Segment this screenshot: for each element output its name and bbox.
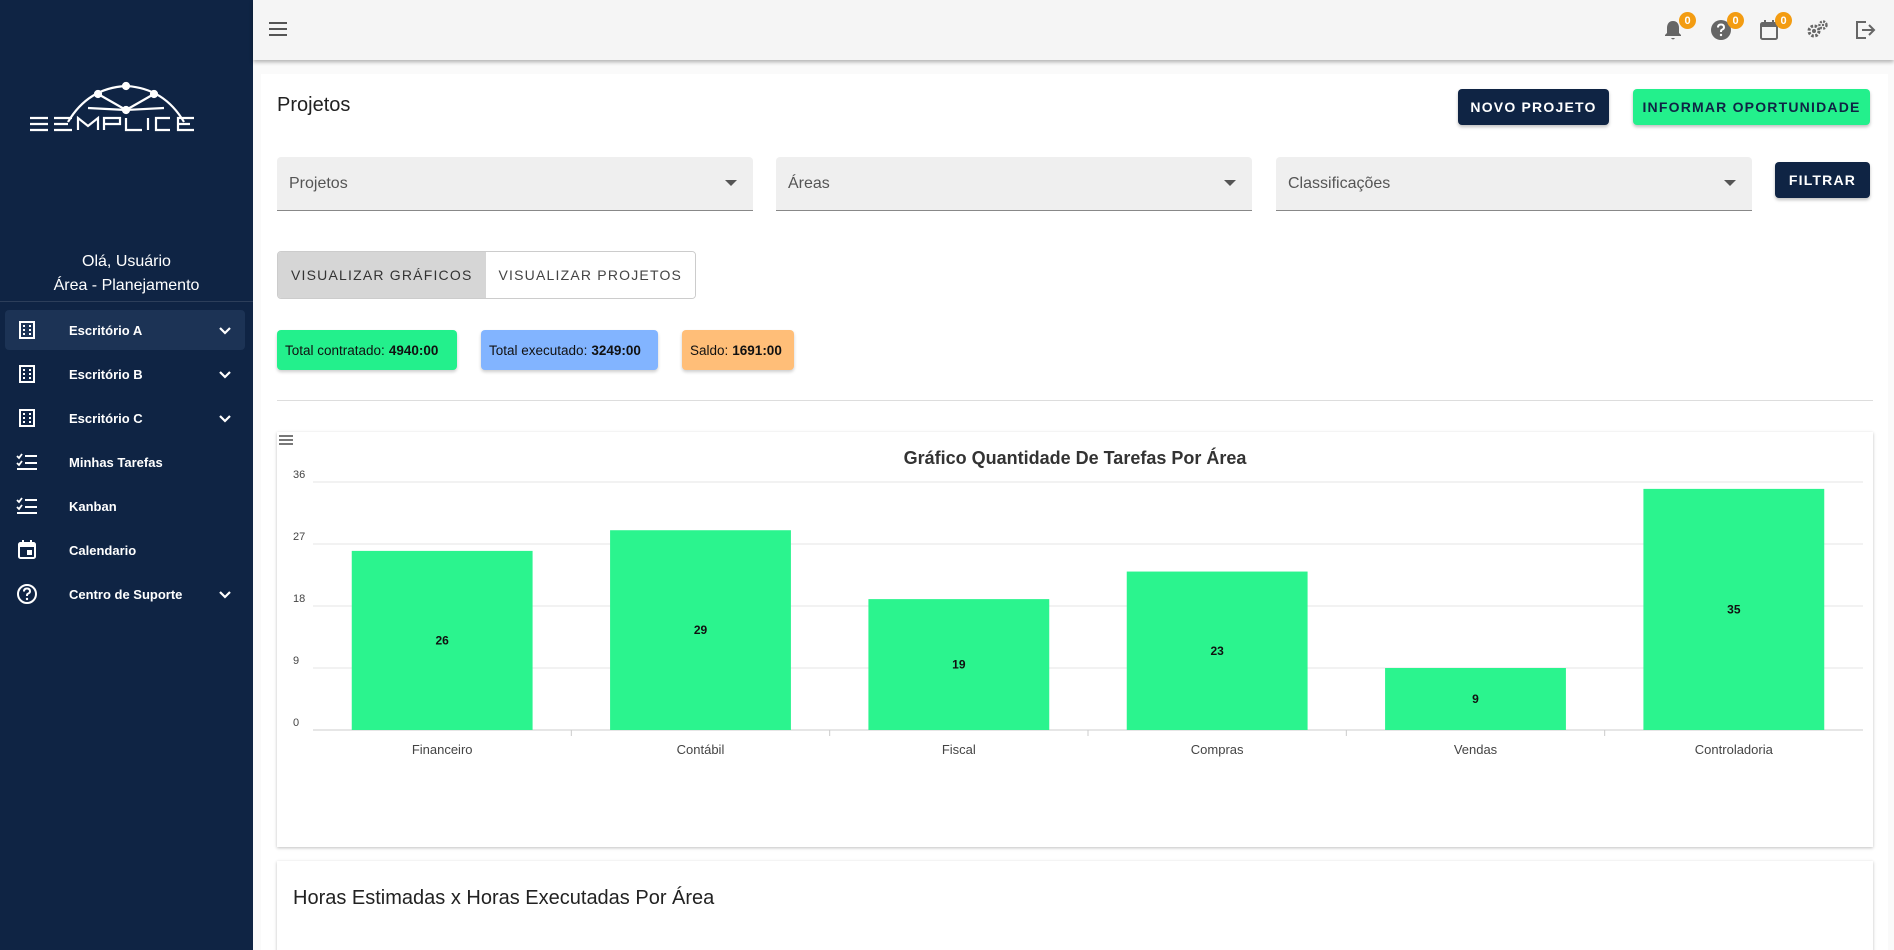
calendar-alerts-button[interactable]: 0 xyxy=(1756,12,1792,43)
balance-chip: Saldo: 1691:00 xyxy=(682,330,794,370)
total-contracted-label: Total contratado: xyxy=(285,342,385,358)
topbar: 0 0 0 xyxy=(253,0,1894,60)
y-tick-label: 36 xyxy=(293,469,305,481)
bar-data-label: 19 xyxy=(952,658,966,672)
sidebar-item-kanban[interactable]: Kanban xyxy=(5,486,245,526)
checklist-icon xyxy=(5,453,45,471)
total-executed-value: 3249:00 xyxy=(591,342,641,358)
new-project-button[interactable]: NOVO PROJETO xyxy=(1458,89,1609,125)
sidebar-item-escritorio-b[interactable]: Escritório B xyxy=(5,354,245,394)
sidebar: Olá, Usuário Área - Planejamento Escritó… xyxy=(0,0,253,950)
bar-chart: 0 9 18 27 36 26 Financeiro 29 Contábil 19 Fiscal 23… xyxy=(293,469,1863,757)
inform-opportunity-button[interactable]: INFORMAR OPORTUNIDADE xyxy=(1633,89,1870,125)
main-content: Projetos NOVO PROJETO INFORMAR OPORTUNID… xyxy=(261,74,1888,950)
sidebar-divider xyxy=(0,301,253,302)
dropdown-arrow-icon xyxy=(1224,180,1236,186)
sidebar-item-label: Escritório B xyxy=(69,366,143,382)
x-tick-label: Controladoria xyxy=(1695,742,1774,757)
view-toggle: VISUALIZAR GRÁFICOS VISUALIZAR PROJETOS xyxy=(277,251,697,299)
bar-data-label: 29 xyxy=(694,623,708,637)
x-tick-label: Financeiro xyxy=(412,742,473,757)
chevron-down-icon xyxy=(219,415,231,423)
checklist-icon xyxy=(5,497,45,515)
view-projects-button[interactable]: VISUALIZAR PROJETOS xyxy=(485,252,696,298)
x-tick-label: Vendas xyxy=(1454,742,1498,757)
notifications-button[interactable]: 0 xyxy=(1660,12,1696,43)
x-tick-label: Compras xyxy=(1191,742,1244,757)
sidebar-nav: Escritório A Escritório B Escritório C M… xyxy=(5,310,245,618)
balance-label: Saldo: xyxy=(690,342,729,358)
y-tick-label: 18 xyxy=(293,593,305,605)
sidebar-item-label: Kanban xyxy=(69,498,117,514)
view-charts-button[interactable]: VISUALIZAR GRÁFICOS xyxy=(278,252,486,298)
settings-button[interactable] xyxy=(1804,17,1830,43)
logout-button[interactable] xyxy=(1852,17,1878,43)
dropdown-arrow-icon xyxy=(1724,180,1736,186)
bar-data-label: 9 xyxy=(1472,692,1479,706)
hamburger-menu-icon[interactable] xyxy=(269,18,287,40)
areas-select[interactable]: Áreas xyxy=(776,157,1252,211)
total-executed-chip: Total executado: 3249:00 xyxy=(481,330,658,370)
projects-select-label: Projetos xyxy=(289,175,348,192)
sidebar-item-label: Minhas Tarefas xyxy=(69,454,163,470)
x-tick-label: Fiscal xyxy=(942,742,976,757)
sidebar-item-centro-de-suporte[interactable]: Centro de Suporte xyxy=(5,574,245,614)
building-icon xyxy=(5,409,45,427)
areas-select-label: Áreas xyxy=(788,175,830,192)
projects-select[interactable]: Projetos xyxy=(277,157,753,211)
chevron-down-icon xyxy=(219,371,231,379)
classifications-select[interactable]: Classificações xyxy=(1276,157,1752,211)
balance-value: 1691:00 xyxy=(732,342,782,358)
filter-button[interactable]: FILTRAR xyxy=(1775,162,1870,198)
sidebar-item-calendario[interactable]: Calendario xyxy=(5,530,245,570)
x-tick-label: Contábil xyxy=(677,742,725,757)
sidebar-item-escritorio-a[interactable]: Escritório A xyxy=(5,310,245,350)
bar-data-label: 23 xyxy=(1210,644,1224,658)
help-button[interactable]: 0 xyxy=(1708,12,1744,43)
calendar-icon xyxy=(5,540,45,560)
sidebar-item-label: Centro de Suporte xyxy=(69,586,183,602)
logout-icon xyxy=(1856,21,1876,39)
help-badge: 0 xyxy=(1727,12,1744,29)
bar-data-label: 26 xyxy=(435,633,449,647)
chevron-down-icon xyxy=(219,591,231,599)
semplice-logo xyxy=(30,81,194,132)
y-tick-label: 27 xyxy=(293,531,305,543)
sidebar-item-label: Calendario xyxy=(69,542,137,558)
total-executed-label: Total executado: xyxy=(489,342,588,358)
total-contracted-chip: Total contratado: 4940:00 xyxy=(277,330,457,370)
total-contracted-value: 4940:00 xyxy=(388,342,439,358)
sidebar-item-label: Escritório A xyxy=(69,322,143,338)
y-tick-label: 0 xyxy=(293,717,299,729)
sidebar-item-minhas-tarefas[interactable]: Minhas Tarefas xyxy=(5,442,245,482)
tasks-by-area-chart-card: Gráfico Quantidade De Tarefas Por Área 0… xyxy=(277,432,1873,847)
help-circle-icon xyxy=(5,583,45,605)
sidebar-item-label: Escritório C xyxy=(69,410,143,426)
dropdown-arrow-icon xyxy=(725,180,737,186)
greeting-text: Olá, Usuário xyxy=(82,253,171,270)
y-tick-label: 9 xyxy=(293,655,299,667)
chevron-down-icon xyxy=(219,327,231,335)
bar-data-label: 35 xyxy=(1727,602,1741,616)
hours-by-area-card: Horas Estimadas x Horas Executadas Por Á… xyxy=(277,861,1873,950)
calendar-badge: 0 xyxy=(1775,12,1792,29)
building-icon xyxy=(5,321,45,339)
hours-card-title: Horas Estimadas x Horas Executadas Por Á… xyxy=(293,887,715,909)
gears-icon xyxy=(1807,20,1828,38)
classifications-select-label: Classificações xyxy=(1288,175,1391,192)
page-title: Projetos xyxy=(277,94,351,116)
content-divider xyxy=(277,400,1873,401)
area-text: Área - Planejamento xyxy=(53,277,200,294)
notifications-badge: 0 xyxy=(1679,12,1696,29)
sidebar-item-escritorio-c[interactable]: Escritório C xyxy=(5,398,245,438)
building-icon xyxy=(5,365,45,383)
